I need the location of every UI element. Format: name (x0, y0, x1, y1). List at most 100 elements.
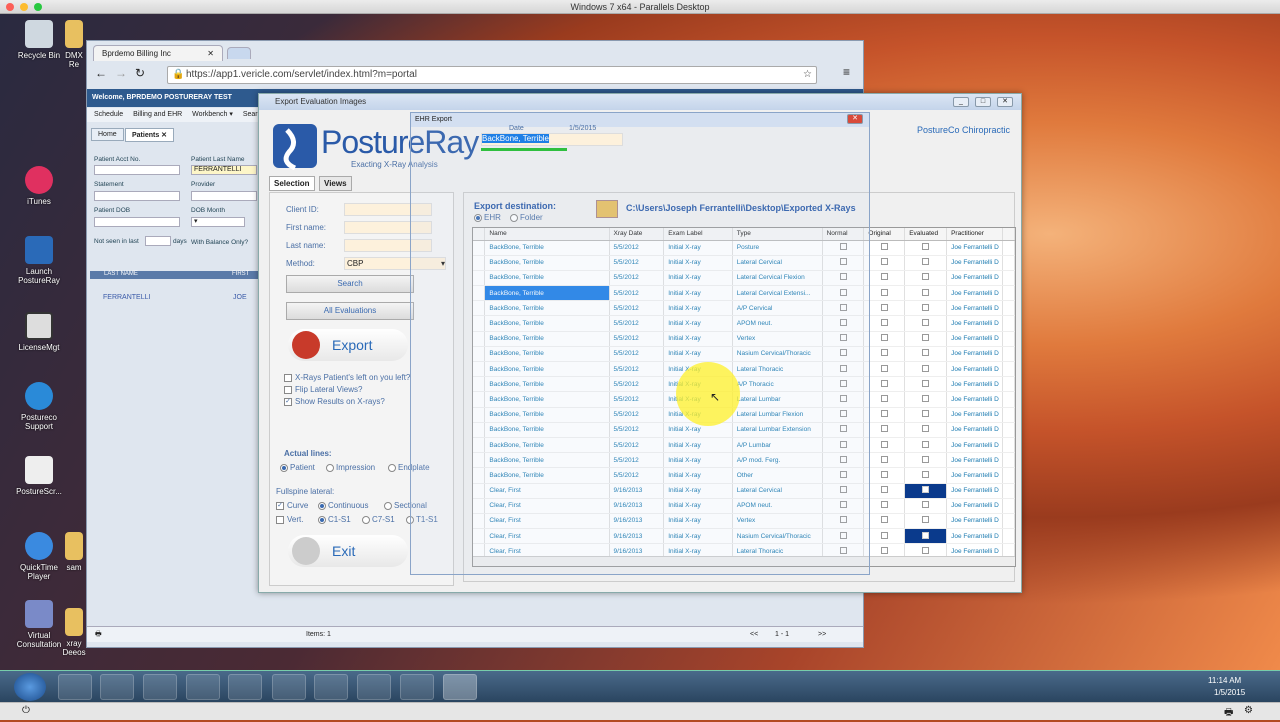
acct-input[interactable] (94, 165, 180, 175)
checkbox[interactable] (880, 319, 888, 327)
maximize-button[interactable]: □ (975, 97, 991, 107)
checkbox[interactable] (880, 334, 888, 342)
print-icon[interactable]: 🖶 (95, 627, 102, 643)
checkbox[interactable] (922, 258, 930, 266)
checkbox[interactable] (880, 288, 888, 296)
checkbox[interactable] (922, 501, 930, 509)
dob-input[interactable] (94, 217, 180, 227)
list-item[interactable]: FERRANTELLI JOE (91, 294, 261, 301)
checkbox[interactable] (880, 349, 888, 357)
check-curve[interactable]: ✓ Curve (276, 501, 308, 510)
checkbox[interactable] (880, 394, 888, 402)
checkbox[interactable] (922, 319, 930, 327)
print-icon[interactable]: 🖶 (1224, 705, 1233, 722)
check-show-results[interactable]: ✓ Show Results on X-rays? (284, 397, 385, 406)
internet-explorer-icon[interactable] (143, 674, 177, 700)
radio-button[interactable] (318, 501, 326, 510)
search-button[interactable]: Search (286, 275, 414, 293)
desktop-icon-postureco-support[interactable]: Postureco Support (9, 382, 69, 431)
minimize-icon[interactable] (20, 3, 28, 11)
checkbox[interactable] (922, 303, 930, 311)
radio-button[interactable] (362, 515, 370, 524)
checkbox[interactable] (880, 303, 888, 311)
checkbox[interactable] (922, 425, 930, 433)
desktop-icon-virtual-consultation[interactable]: Virtual Consultation (9, 600, 69, 649)
radio-c7-s1[interactable]: C7-S1 (362, 515, 395, 524)
desktop-icon-posturescr[interactable]: PostureScr... (9, 456, 69, 496)
menu-schedule[interactable]: Schedule (94, 111, 123, 118)
bookmark-star-icon[interactable]: ☆ (803, 67, 812, 83)
radio-patient[interactable]: Patient (280, 463, 315, 472)
postureray-taskbar-icon[interactable] (443, 674, 477, 700)
checkbox[interactable] (922, 364, 930, 372)
new-tab-button[interactable] (227, 47, 251, 59)
close-tab-icon[interactable]: ✕ (207, 49, 214, 58)
menu-search[interactable]: Sear (243, 111, 258, 118)
checkbox[interactable] (922, 440, 930, 448)
export-button[interactable]: Export (288, 329, 408, 361)
radio-button[interactable] (326, 463, 334, 472)
radio-button[interactable] (318, 515, 326, 524)
column-header[interactable]: Original (863, 228, 906, 241)
settings-icon[interactable]: ⚙ (1244, 705, 1253, 716)
radio-button[interactable] (388, 463, 396, 472)
prev-page[interactable]: << (750, 627, 758, 643)
checkbox[interactable] (284, 373, 292, 382)
taskbar-tool-icon[interactable] (58, 674, 92, 700)
check-vert[interactable]: Vert. (276, 515, 303, 524)
start-button[interactable] (14, 673, 46, 701)
checkbox[interactable] (922, 410, 930, 418)
checkbox[interactable] (880, 486, 888, 494)
desktop-icon-itunes[interactable]: iTunes (9, 166, 69, 206)
checkbox-checked[interactable]: ✓ (284, 397, 292, 406)
checkbox[interactable] (922, 455, 930, 463)
checkbox[interactable] (276, 515, 284, 524)
checkbox[interactable] (880, 501, 888, 509)
desktop-icon-xray-deeos[interactable]: xray Deeos (62, 608, 86, 657)
browser-tab[interactable]: Bprdemo Billing Inc ✕ (93, 45, 223, 61)
next-page[interactable]: >> (818, 627, 826, 643)
radio-c1-s1[interactable]: C1-S1 (318, 515, 351, 524)
user-icon[interactable] (314, 674, 348, 700)
checkbox[interactable] (922, 394, 930, 402)
checkbox[interactable] (922, 531, 930, 539)
check-flip-lateral[interactable]: Flip Lateral Views? (284, 385, 362, 394)
desktop-icon-dmx[interactable]: DMX Re (62, 20, 86, 69)
checkbox-checked[interactable]: ✓ (276, 501, 284, 510)
address-bar[interactable]: 🔒 https://app1.vericle.com/servlet/index.… (167, 66, 817, 84)
radio-button[interactable] (280, 463, 288, 472)
reload-icon[interactable]: ↻ (135, 66, 145, 80)
checkbox[interactable] (880, 379, 888, 387)
statement-input[interactable] (94, 191, 180, 201)
tab-selection[interactable]: Selection (269, 176, 315, 191)
checkbox[interactable] (880, 531, 888, 539)
checkbox[interactable] (922, 243, 930, 251)
tab-home[interactable]: Home (91, 128, 124, 141)
checkbox[interactable] (880, 546, 888, 554)
radio-impression[interactable]: Impression (326, 463, 375, 472)
zoom-icon[interactable] (34, 3, 42, 11)
ehr-patient-field[interactable]: BackBone, Terrible (481, 133, 623, 146)
checkbox[interactable] (922, 516, 930, 524)
menu-icon[interactable]: ≡ (843, 65, 850, 79)
all-evaluations-button[interactable]: All Evaluations (286, 302, 414, 320)
desktop-icon-sam[interactable]: sam (62, 532, 86, 572)
checkbox[interactable] (880, 243, 888, 251)
checkbox[interactable] (880, 410, 888, 418)
checkbox[interactable] (922, 273, 930, 281)
checkbox[interactable] (922, 486, 930, 494)
radio-button[interactable] (384, 501, 392, 510)
provider-input[interactable] (191, 191, 257, 201)
column-header[interactable]: Evaluated (904, 228, 948, 241)
close-icon[interactable] (6, 3, 14, 11)
checkbox[interactable] (880, 425, 888, 433)
close-button[interactable]: ✕ (847, 114, 863, 124)
checkbox[interactable] (880, 470, 888, 478)
power-icon[interactable]: ⏻ (22, 705, 30, 716)
desktop-icon-licensemgt[interactable]: LicenseMgt (9, 312, 69, 352)
column-header[interactable]: Practitioner (946, 228, 1004, 241)
chrome-icon[interactable] (100, 674, 134, 700)
radio-continuous[interactable]: Continuous (318, 501, 368, 510)
checkbox[interactable] (880, 258, 888, 266)
last-name-input[interactable]: FERRANTELLI (191, 165, 257, 175)
